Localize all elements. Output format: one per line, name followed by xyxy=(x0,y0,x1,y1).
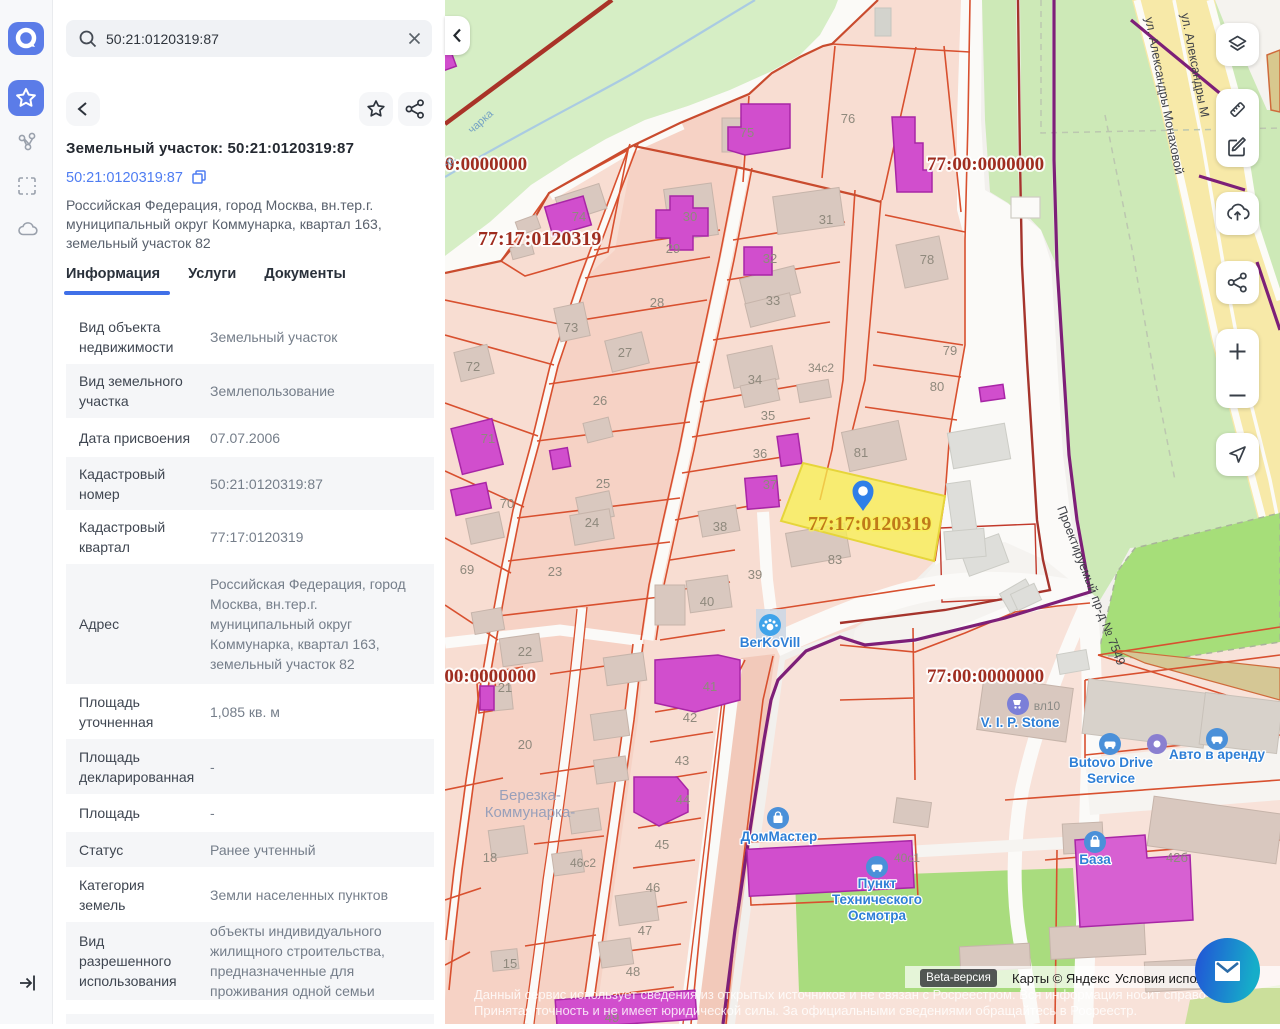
svg-text:37: 37 xyxy=(763,477,777,492)
svg-text:25: 25 xyxy=(596,476,610,491)
svg-text:Service: Service xyxy=(1087,771,1136,786)
svg-text:23: 23 xyxy=(548,564,562,579)
svg-text:24: 24 xyxy=(585,515,599,530)
svg-text:Пункт: Пункт xyxy=(858,876,897,891)
svg-text:Осмотра: Осмотра xyxy=(848,908,907,923)
svg-text:83: 83 xyxy=(828,552,842,567)
svg-text:База: База xyxy=(1079,852,1111,867)
svg-text:Березка-: Березка- xyxy=(499,787,561,804)
svg-text:29: 29 xyxy=(666,241,680,256)
svg-text:22: 22 xyxy=(518,644,532,659)
svg-text:39: 39 xyxy=(748,567,762,582)
svg-text:77:17:0120319: 77:17:0120319 xyxy=(808,513,931,535)
svg-text:69: 69 xyxy=(460,562,474,577)
svg-text:38: 38 xyxy=(713,519,727,534)
svg-text:78: 78 xyxy=(920,252,934,267)
svg-text:46: 46 xyxy=(646,880,660,895)
svg-text:34с2: 34с2 xyxy=(808,361,834,375)
svg-text:40: 40 xyxy=(700,594,714,609)
svg-text:36: 36 xyxy=(753,446,767,461)
svg-text:75: 75 xyxy=(740,125,754,140)
svg-text:80: 80 xyxy=(930,379,944,394)
svg-text:20: 20 xyxy=(518,737,532,752)
svg-text:41: 41 xyxy=(703,679,717,694)
svg-text:34: 34 xyxy=(748,372,762,387)
svg-text:44: 44 xyxy=(676,792,690,807)
svg-text:48: 48 xyxy=(626,964,640,979)
svg-text:32: 32 xyxy=(763,251,777,266)
svg-text:77:00:0000000: 77:00:0000000 xyxy=(927,666,1044,687)
svg-text:76: 76 xyxy=(841,111,855,126)
svg-text:42: 42 xyxy=(683,710,697,725)
svg-text:18: 18 xyxy=(483,850,497,865)
svg-text:31: 31 xyxy=(819,212,833,227)
svg-text:33: 33 xyxy=(766,293,780,308)
svg-text:35: 35 xyxy=(761,408,775,423)
svg-text:26: 26 xyxy=(593,393,607,408)
svg-text:вл10: вл10 xyxy=(1034,699,1061,713)
svg-text:15: 15 xyxy=(503,956,517,971)
svg-text:43: 43 xyxy=(675,753,689,768)
svg-text:45: 45 xyxy=(655,837,669,852)
svg-text:77:17:0120319: 77:17:0120319 xyxy=(478,228,601,250)
svg-text:27: 27 xyxy=(618,345,632,360)
svg-text:Авто в аренду: Авто в аренду xyxy=(1169,747,1266,762)
svg-text:28: 28 xyxy=(650,295,664,310)
svg-text:Коммунарка-: Коммунарка- xyxy=(485,804,576,821)
svg-text:40с1: 40с1 xyxy=(894,851,920,865)
svg-text:77:00:0000000: 77:00:0000000 xyxy=(445,154,527,175)
svg-text:81: 81 xyxy=(854,445,868,460)
svg-text:V. I. P. Stone: V. I. P. Stone xyxy=(981,715,1060,730)
svg-text:74: 74 xyxy=(572,209,586,224)
svg-text:30: 30 xyxy=(683,209,697,224)
svg-text:77:00:0000000: 77:00:0000000 xyxy=(445,666,536,687)
svg-text:Технического: Технического xyxy=(832,892,922,907)
svg-text:70: 70 xyxy=(500,496,514,511)
svg-text:21: 21 xyxy=(498,680,512,695)
svg-text:BerKoVill: BerKoVill xyxy=(740,635,801,650)
svg-text:79: 79 xyxy=(943,343,957,358)
svg-text:Butovo Drive: Butovo Drive xyxy=(1069,755,1154,770)
svg-text:71: 71 xyxy=(481,431,495,446)
svg-text:73: 73 xyxy=(564,320,578,335)
svg-text:42б: 42б xyxy=(1166,850,1188,865)
svg-text:46с2: 46с2 xyxy=(570,856,596,870)
svg-text:77:00:0000000: 77:00:0000000 xyxy=(927,154,1044,175)
svg-text:47: 47 xyxy=(638,923,652,938)
svg-text:72: 72 xyxy=(466,359,480,374)
svg-text:ДомМастер: ДомМастер xyxy=(741,829,818,844)
